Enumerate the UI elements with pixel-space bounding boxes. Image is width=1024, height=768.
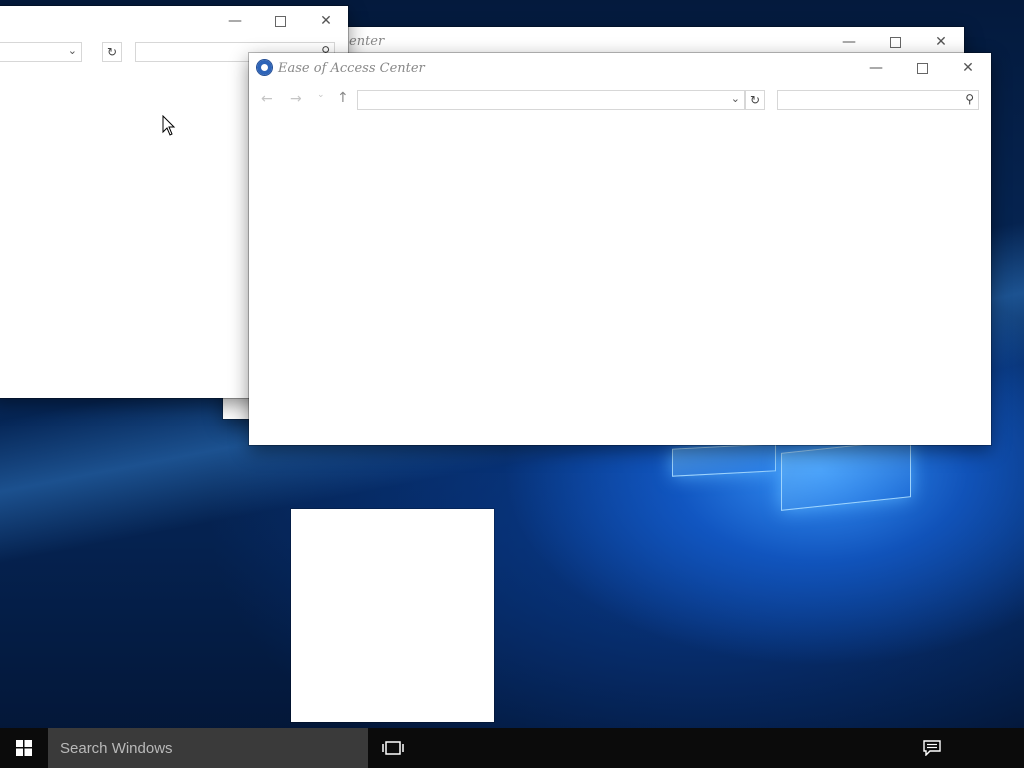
- taskbar-search-placeholder: Search Windows: [60, 739, 173, 757]
- back-window-title: enter: [349, 34, 385, 49]
- maximize-icon: [916, 62, 928, 74]
- maximize-icon: [889, 36, 901, 48]
- chevron-down-icon[interactable]: ⌄: [731, 92, 740, 105]
- ease-of-access-window[interactable]: Ease of Access Center — ✕ ← → ⌄ ↑ ⌄ ↻ ⚲: [249, 53, 991, 445]
- action-center-button[interactable]: [910, 728, 954, 768]
- maximize-button[interactable]: [899, 53, 945, 83]
- windows-logo-icon: [16, 740, 32, 756]
- wallpaper-logo-pane: [781, 439, 911, 511]
- left-address-bar[interactable]: ⌄: [0, 42, 82, 62]
- minimize-button[interactable]: —: [853, 53, 899, 83]
- close-button[interactable]: ✕: [945, 53, 991, 83]
- back-arrow-icon[interactable]: ←: [261, 91, 273, 107]
- refresh-icon: ↻: [749, 93, 761, 107]
- front-window-titlebar[interactable]: Ease of Access Center — ✕: [249, 53, 991, 83]
- blank-window[interactable]: [291, 509, 494, 722]
- close-icon: ✕: [320, 13, 332, 29]
- up-arrow-icon[interactable]: ↑: [337, 90, 349, 106]
- start-button[interactable]: [0, 728, 48, 768]
- ease-of-access-icon: [257, 60, 272, 75]
- action-center-icon: [923, 740, 941, 756]
- minimize-icon: —: [842, 34, 856, 50]
- close-icon: ✕: [935, 34, 947, 50]
- task-view-button[interactable]: [370, 728, 416, 768]
- left-refresh-button[interactable]: ↻: [102, 42, 122, 62]
- address-bar[interactable]: ⌄: [357, 90, 745, 110]
- maximize-icon: [274, 15, 286, 27]
- left-minimize-button[interactable]: —: [212, 6, 258, 36]
- minimize-icon: —: [228, 13, 242, 29]
- left-maximize-button[interactable]: [257, 6, 303, 36]
- left-close-button[interactable]: ✕: [303, 6, 349, 36]
- task-view-icon: [382, 741, 404, 755]
- close-icon: ✕: [962, 60, 974, 76]
- search-box[interactable]: ⚲: [777, 90, 979, 110]
- mouse-cursor: [162, 115, 176, 136]
- minimize-icon: —: [869, 60, 883, 76]
- taskbar: Search Windows: [0, 728, 1024, 768]
- left-window-titlebar[interactable]: — ✕: [0, 6, 348, 36]
- refresh-button[interactable]: ↻: [745, 90, 765, 110]
- forward-arrow-icon[interactable]: →: [290, 91, 302, 107]
- taskbar-search-box[interactable]: Search Windows: [48, 728, 368, 768]
- refresh-icon: ↻: [106, 45, 118, 59]
- window-title: Ease of Access Center: [278, 61, 425, 76]
- chevron-down-icon[interactable]: ⌄: [68, 44, 77, 57]
- search-icon: ⚲: [965, 92, 974, 106]
- recent-locations-chevron-icon[interactable]: ⌄: [317, 90, 325, 100]
- wallpaper-logo-pane: [672, 443, 776, 477]
